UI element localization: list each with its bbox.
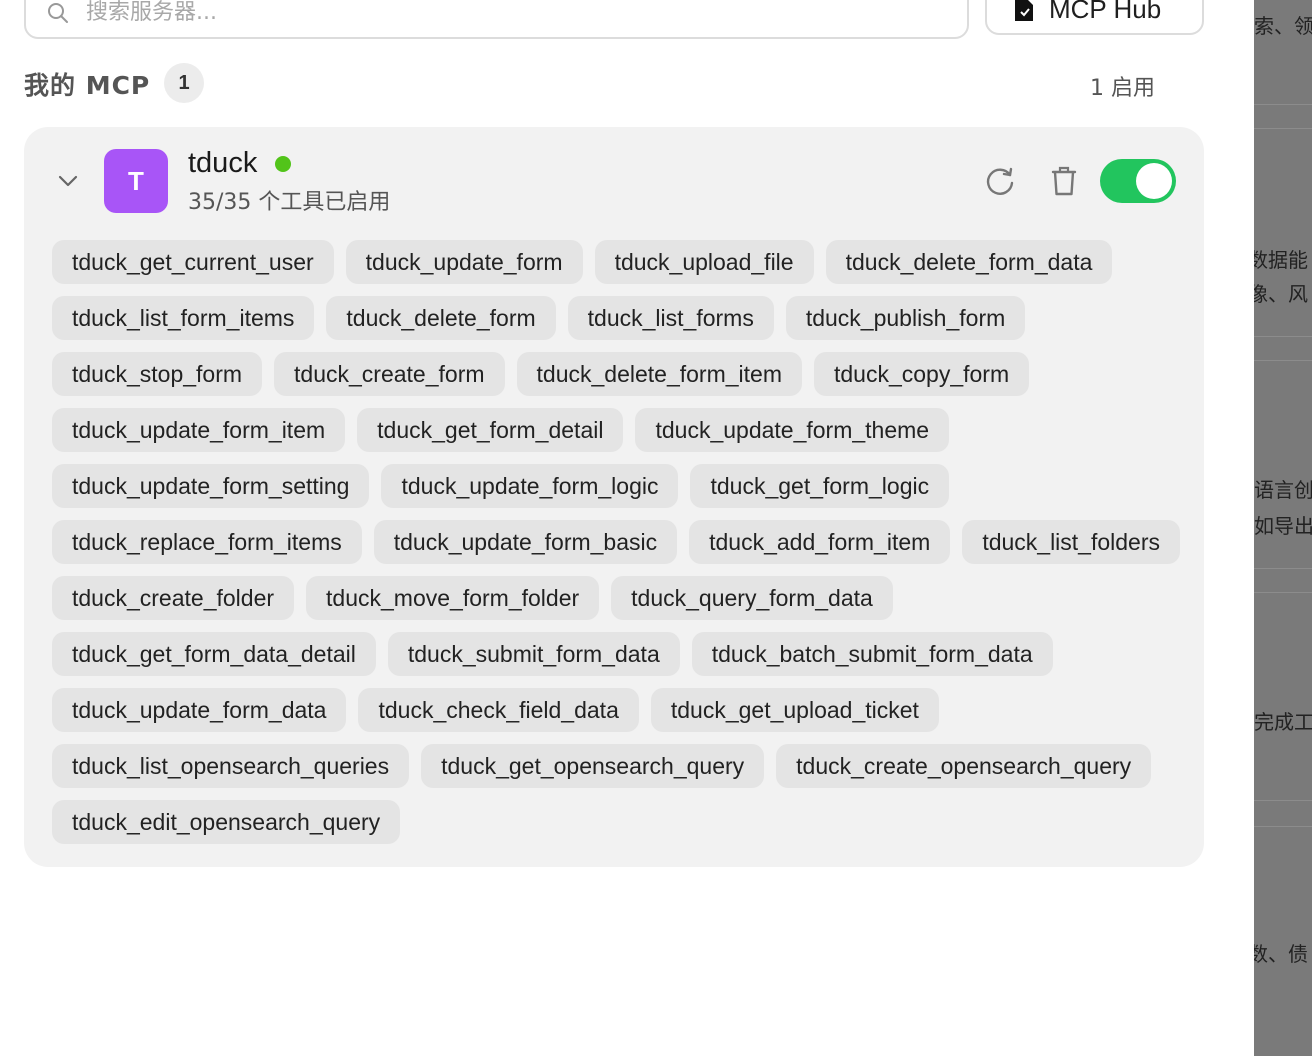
chevron-down-icon[interactable]: [54, 167, 82, 195]
tool-chip: tduck_create_opensearch_query: [776, 744, 1152, 788]
tool-list: tduck_get_current_user tduck_update_form t…: [52, 240, 1182, 844]
tool-chip: tduck_list_form_items: [52, 296, 315, 340]
tool-chip: tduck_update_form_item: [52, 408, 346, 452]
tool-chip: tduck_replace_form_items: [52, 520, 362, 564]
server-name: tduck: [188, 147, 258, 179]
tool-chip: tduck_update_form_data: [52, 688, 347, 732]
divider: [1254, 800, 1312, 801]
server-avatar: T: [104, 149, 168, 213]
background-text: 索、领: [1254, 14, 1312, 38]
tool-chip: tduck_list_folders: [962, 520, 1181, 564]
tools-summary: 35/35 个工具已启用: [188, 190, 391, 215]
tool-chip: tduck_stop_form: [52, 352, 263, 396]
mcp-panel: MCP Hub 我的 MCP 1 1 启用 T tduck 35/35 个工具已…: [0, 0, 1312, 1056]
tool-chip: tduck_update_form_theme: [635, 408, 950, 452]
tool-chip: tduck_update_form_basic: [373, 520, 678, 564]
tool-chip: tduck_query_form_data: [611, 576, 893, 620]
tool-chip: tduck_list_opensearch_queries: [52, 744, 410, 788]
tool-chip: tduck_upload_file: [594, 240, 814, 284]
search-box[interactable]: [24, 0, 969, 39]
divider: [1254, 336, 1312, 337]
tool-chip: tduck_copy_form: [813, 352, 1030, 396]
search-input[interactable]: [86, 0, 886, 25]
tool-chip: tduck_delete_form_data: [825, 240, 1113, 284]
mcp-hub-label: MCP Hub: [1049, 0, 1162, 24]
divider: [1254, 592, 1312, 593]
tool-chip: tduck_create_form: [274, 352, 505, 396]
tool-chip: tduck_check_field_data: [358, 688, 639, 732]
divider: [1254, 128, 1312, 129]
refresh-icon[interactable]: [982, 163, 1018, 199]
background-text: 如导出: [1254, 514, 1312, 538]
section-title: 我的 MCP: [24, 71, 151, 100]
tool-chip: tduck_edit_opensearch_query: [52, 800, 401, 844]
tool-chip: tduck_get_upload_ticket: [650, 688, 939, 732]
server-card: T tduck 35/35 个工具已启用 tduck_get_current_u…: [24, 127, 1204, 867]
mcp-hub-button[interactable]: MCP Hub: [985, 0, 1204, 35]
background-text: 完成工: [1254, 710, 1312, 734]
tool-chip: tduck_submit_form_data: [387, 632, 680, 676]
toggle-knob: [1136, 163, 1172, 199]
tool-chip: tduck_list_forms: [567, 296, 774, 340]
tool-chip: tduck_batch_submit_form_data: [691, 632, 1053, 676]
divider: [1254, 568, 1312, 569]
tool-chip: tduck_update_form_logic: [381, 464, 679, 508]
document-icon: [1015, 0, 1033, 21]
tool-chip: tduck_create_folder: [52, 576, 295, 620]
tool-chip: tduck_get_form_detail: [357, 408, 624, 452]
background-page-overlay: 索、领 数据能 像、风 语言创 如导出 完成工 数、债: [1254, 0, 1312, 1056]
server-enable-toggle[interactable]: [1100, 159, 1176, 203]
background-text: 数、债: [1254, 942, 1308, 966]
tool-chip: tduck_publish_form: [785, 296, 1026, 340]
background-text: 数据能: [1254, 248, 1308, 272]
tool-chip: tduck_get_current_user: [52, 240, 334, 284]
background-text: 像、风: [1254, 282, 1308, 306]
count-badge: 1: [164, 63, 204, 103]
divider: [1254, 104, 1312, 105]
divider: [1254, 826, 1312, 827]
tool-chip: tduck_get_form_logic: [690, 464, 950, 508]
tool-chip: tduck_update_form_setting: [52, 464, 370, 508]
tool-chip: tduck_get_form_data_detail: [52, 632, 376, 676]
divider: [1254, 360, 1312, 361]
enabled-count: 1 启用: [1090, 76, 1155, 101]
search-icon: [48, 2, 68, 23]
tool-chip: tduck_update_form: [345, 240, 583, 284]
tool-chip: tduck_delete_form: [326, 296, 556, 340]
trash-icon[interactable]: [1046, 163, 1082, 199]
tool-chip: tduck_move_form_folder: [306, 576, 600, 620]
background-text: 语言创: [1254, 478, 1312, 502]
status-dot: [275, 156, 291, 172]
tool-chip: tduck_delete_form_item: [516, 352, 802, 396]
tool-chip: tduck_add_form_item: [689, 520, 951, 564]
tool-chip: tduck_get_opensearch_query: [421, 744, 765, 788]
